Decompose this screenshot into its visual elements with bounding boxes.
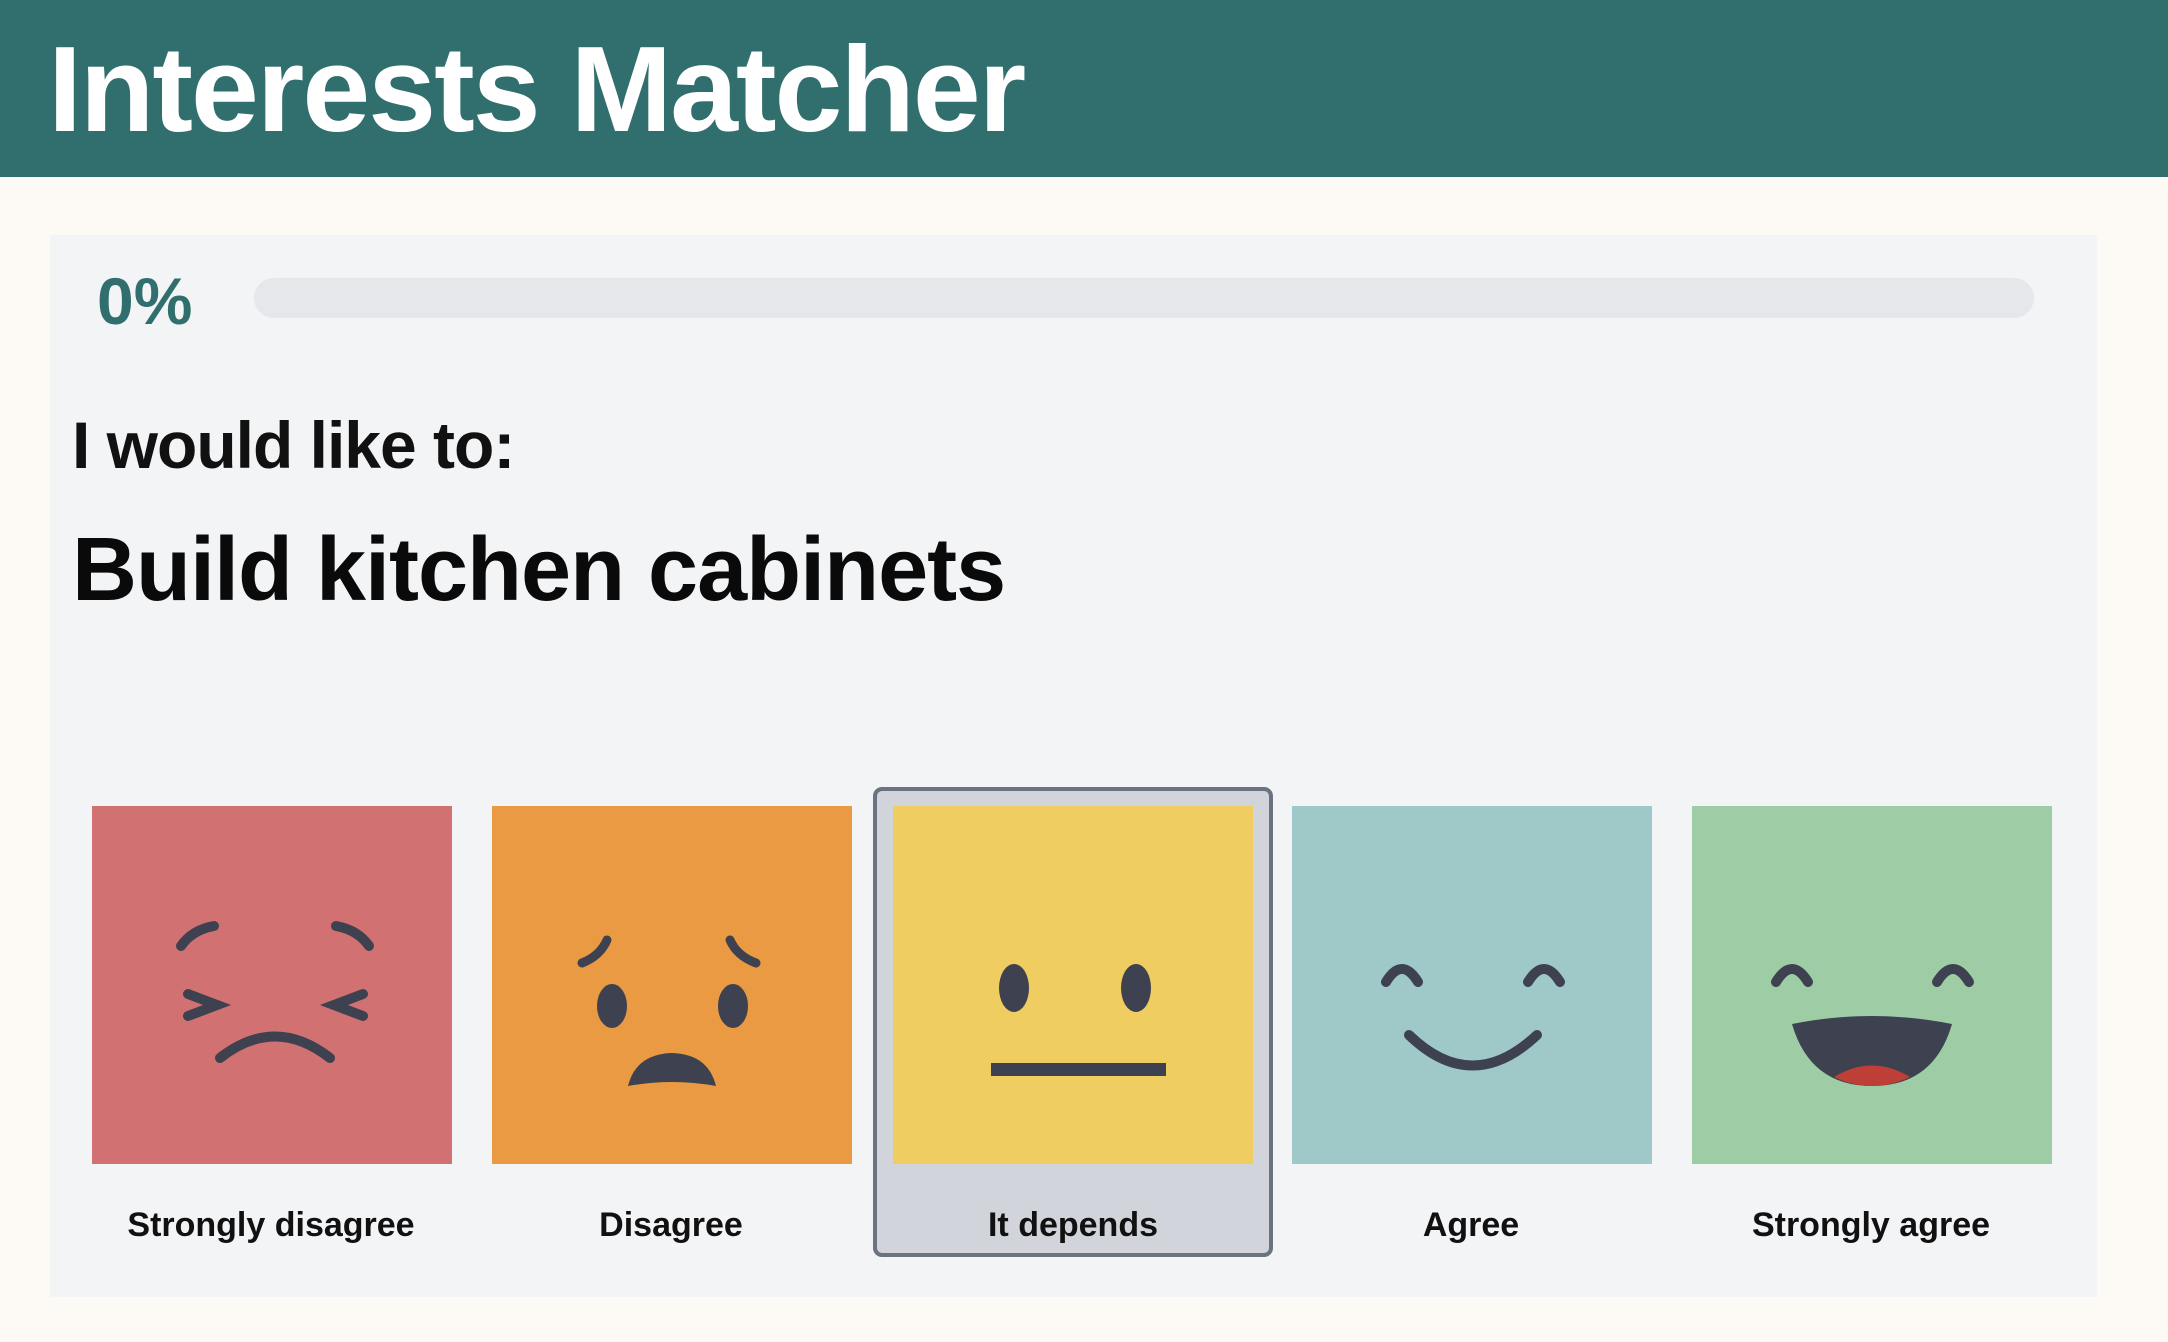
app-title: Interests Matcher: [48, 21, 1026, 157]
option-label: Strongly disagree: [127, 1206, 415, 1244]
option-strongly-disagree[interactable]: Strongly disagree: [72, 787, 470, 1253]
option-strongly-agree[interactable]: Strongly agree: [1672, 787, 2070, 1253]
option-agree[interactable]: Agree: [1272, 787, 1670, 1253]
app-header: Interests Matcher: [0, 0, 2168, 177]
option-label: Strongly agree: [1751, 1206, 1991, 1244]
option-label: It depends: [987, 1206, 1159, 1244]
quiz-panel: 0% I would like to: Build kitchen cabine…: [50, 235, 2097, 1297]
option-tile: [1292, 806, 1652, 1164]
option-tile: [92, 806, 452, 1164]
option-label: Agree: [1422, 1206, 1520, 1244]
answer-options: Strongly disagree Disagree It depends Ag…: [50, 235, 2097, 1297]
option-label: Disagree: [599, 1206, 743, 1244]
option-tile: [893, 806, 1253, 1164]
worried-face-icon: [492, 806, 852, 1164]
option-tile: [1692, 806, 2052, 1164]
neutral-face-icon: [893, 806, 1253, 1164]
laughing-face-icon: [1692, 806, 2052, 1164]
option-tile: [492, 806, 852, 1164]
tired-face-icon: [92, 806, 452, 1164]
option-it-depends[interactable]: It depends: [873, 787, 1273, 1257]
option-disagree[interactable]: Disagree: [472, 787, 870, 1253]
smiling-face-icon: [1292, 806, 1652, 1164]
